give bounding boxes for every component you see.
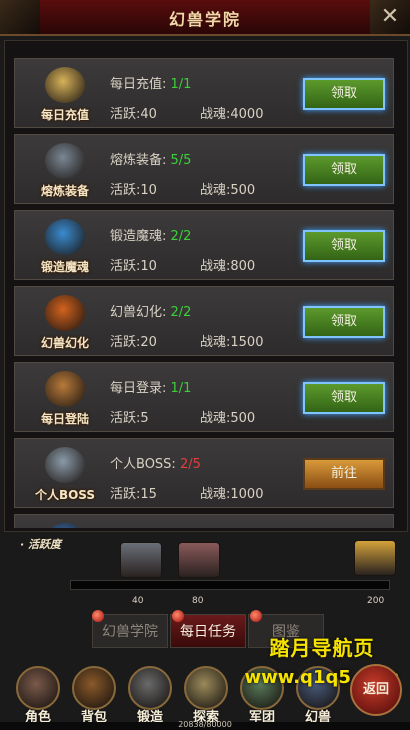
map-scroll-icon — [184, 666, 228, 710]
activity-chest-80[interactable] — [178, 542, 220, 578]
task-name: 锻造魔魂: 2/2 — [110, 225, 191, 244]
task-progress: 2/2 — [170, 305, 192, 320]
activity-section: · 活跃度 40 80 200 — [0, 534, 410, 612]
task-icon-label: 熔炼装备 — [40, 184, 89, 198]
task-progress: 2/2 — [170, 229, 192, 244]
claim-button[interactable]: 领取 — [303, 306, 385, 338]
task-progress: 1/1 — [170, 77, 192, 92]
claim-button[interactable]: 领取 — [303, 154, 385, 186]
task-icon-glyph — [45, 371, 85, 407]
task-row: 锻造宝石: 0/2 — [14, 514, 394, 528]
task-icon-glyph — [45, 295, 85, 331]
task-progress: 5/5 — [170, 153, 192, 168]
task-activity-reward: 活跃:15 — [110, 487, 157, 502]
task-title: 熔炼装备: — [110, 153, 171, 168]
task-row: 锻造魔魂 锻造魔魂: 2/2 活跃:10 战魂:800 领取 — [14, 210, 394, 280]
activity-progress-bar — [70, 580, 390, 590]
spellbook-icon: 锻造魔魂 — [33, 219, 97, 275]
activity-chest-40[interactable] — [120, 542, 162, 578]
header-bar: 幻兽学院 ✕ — [0, 0, 410, 36]
backpack-icon — [72, 666, 116, 710]
task-name: 熔炼装备: 5/5 — [110, 149, 191, 168]
task-icon-glyph — [45, 143, 85, 179]
task-icon-label: 个人BOSS — [34, 488, 96, 502]
task-icon-label: 每日登陆 — [40, 412, 89, 426]
task-progress: 1/1 — [170, 381, 192, 396]
activity-tick-80: 80 — [192, 596, 204, 606]
watermark-line1: 踏月导航页 — [269, 636, 375, 660]
task-icon-glyph — [45, 67, 85, 103]
task-icon-label: 锻造魔魂 — [40, 260, 89, 274]
task-name: 每日充值: 1/1 — [110, 73, 191, 92]
back-button[interactable]: 返回 — [350, 664, 402, 716]
task-activity-reward: 活跃:10 — [110, 183, 157, 198]
task-row: 幻兽幻化 幻兽幻化: 2/2 活跃:20 战魂:1500 领取 — [14, 286, 394, 356]
task-name: 每日登录: 1/1 — [110, 377, 191, 396]
page-title: 幻兽学院 — [168, 10, 241, 29]
tab-gem-icon — [250, 610, 262, 622]
activity-tick-200: 200 — [367, 596, 385, 606]
task-title: 每日登录: — [110, 381, 171, 396]
task-activity-reward: 活跃:10 — [110, 259, 157, 274]
coins-scroll-icon: 每日充值 — [33, 67, 97, 123]
nav-item-0[interactable]: 角色 — [12, 666, 64, 725]
task-list[interactable]: 每日充值 每日充值: 1/1 活跃:40 战魂:4000 领取 熔炼装备 熔炼装备: 5/5… — [14, 58, 394, 528]
login-chest-icon: 每日登陆 — [33, 371, 97, 427]
activity-tick-40: 40 — [132, 596, 144, 606]
task-row: 每日充值 每日充值: 1/1 活跃:40 战魂:4000 领取 — [14, 58, 394, 128]
close-icon[interactable]: ✕ — [376, 3, 404, 31]
partial-icon — [33, 523, 97, 528]
claim-button[interactable]: 领取 — [303, 230, 385, 262]
nav-item-2[interactable]: 锻造 — [124, 666, 176, 725]
task-icon-label: 幻兽幻化 — [40, 336, 89, 350]
task-title: 个人BOSS: — [110, 457, 180, 472]
tab-gem-icon — [92, 610, 104, 622]
boss-skull-icon: 个人BOSS — [33, 447, 97, 503]
task-title: 锻造魔魂: — [110, 229, 171, 244]
task-title: 幻兽幻化: — [110, 305, 171, 320]
task-icon-label: 每日充值 — [40, 108, 89, 122]
task-progress: 2/5 — [179, 457, 201, 472]
task-activity-reward: 活跃:40 — [110, 107, 157, 122]
task-soul-reward: 战魂:1500 — [200, 335, 264, 350]
task-soul-reward: 战魂:500 — [200, 411, 256, 426]
task-activity-reward: 活跃:20 — [110, 335, 157, 350]
claim-button[interactable]: 领取 — [303, 78, 385, 110]
task-soul-reward: 战魂:800 — [200, 259, 256, 274]
warrior-helmet-icon — [16, 666, 60, 710]
task-soul-reward: 战魂:4000 — [200, 107, 264, 122]
activity-chest-200[interactable] — [354, 540, 396, 576]
tab-gem-icon — [172, 610, 184, 622]
beast-egg-icon: 幻兽幻化 — [33, 295, 97, 351]
task-activity-reward: 活跃:5 — [110, 411, 149, 426]
task-name: 个人BOSS: 2/5 — [110, 453, 201, 472]
go-button[interactable]: 前往 — [303, 458, 385, 490]
activity-title: · 活跃度 — [20, 538, 62, 551]
nav-item-3[interactable]: 探索 — [180, 666, 232, 725]
task-icon-glyph — [45, 523, 85, 528]
task-soul-reward: 战魂:500 — [200, 183, 256, 198]
task-row: 个人BOSS 个人BOSS: 2/5 活跃:15 战魂:1000 前往 — [14, 438, 394, 508]
task-row: 每日登陆 每日登录: 1/1 活跃:5 战魂:500 领取 — [14, 362, 394, 432]
nav-item-1[interactable]: 背包 — [68, 666, 120, 725]
task-row: 熔炼装备 熔炼装备: 5/5 活跃:10 战魂:500 领取 — [14, 134, 394, 204]
task-title: 每日充值: — [110, 77, 171, 92]
tab-beast-academy[interactable]: 幻兽学院 — [92, 614, 168, 648]
task-icon-glyph — [45, 447, 85, 483]
hammer-icon — [128, 666, 172, 710]
task-name: 幻兽幻化: 2/2 — [110, 301, 191, 320]
experience-bar: 20838/80000 — [0, 720, 410, 730]
experience-text: 20838/80000 — [178, 720, 232, 729]
anvil-icon: 熔炼装备 — [33, 143, 97, 199]
task-soul-reward: 战魂:1000 — [200, 487, 264, 502]
claim-button[interactable]: 领取 — [303, 382, 385, 414]
task-icon-glyph — [45, 219, 85, 255]
